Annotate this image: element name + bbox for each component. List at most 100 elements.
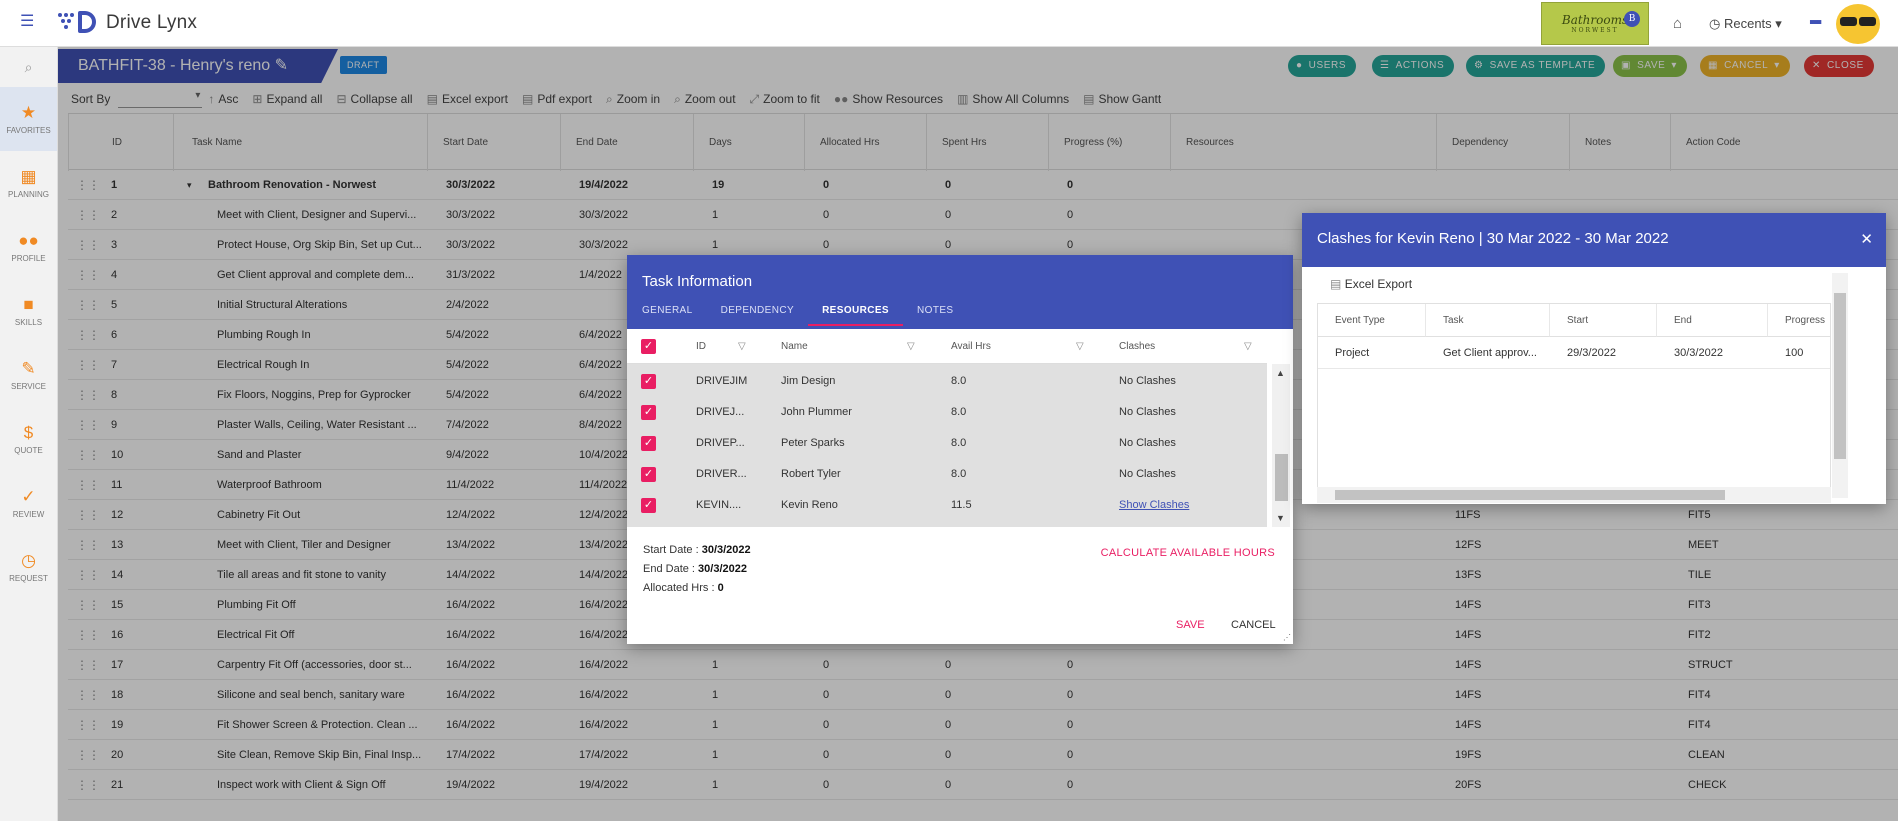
clashes-vertical-scrollbar[interactable] xyxy=(1832,273,1848,498)
top-bar: ☰ Drive Lynx Bathrooms NORWEST B ⌂ ◷ Rec… xyxy=(0,0,1898,47)
clash-event-type: Project xyxy=(1335,347,1370,359)
calendar-icon: ▦ xyxy=(20,166,37,186)
filter-icon[interactable]: ▽ xyxy=(738,329,746,364)
resource-checkbox[interactable]: ✓ xyxy=(641,498,656,513)
resource-hrs: 8.0 xyxy=(951,468,967,480)
clash-end: 30/3/2022 xyxy=(1674,347,1723,359)
resource-hrs: 8.0 xyxy=(951,437,967,449)
resources-header: ✓ ID ▽ Name ▽ Avail Hrs ▽ Clashes ▽ xyxy=(627,329,1267,364)
table-row[interactable]: Project Get Client approv... 29/3/2022 3… xyxy=(1318,337,1830,369)
resource-clashes: No Clashes xyxy=(1119,406,1176,418)
sidebar-label: QUOTE xyxy=(14,445,43,455)
sidebar-item-planning[interactable]: ▦ PLANNING xyxy=(0,151,57,215)
select-all-checkbox[interactable]: ✓ xyxy=(641,339,656,354)
resource-checkbox[interactable]: ✓ xyxy=(641,436,656,451)
list-item[interactable]: ✓ DRIVEJ... John Plummer 8.0 No Clashes xyxy=(627,397,1267,428)
clash-task: Get Client approv... xyxy=(1443,347,1537,359)
caret-down-icon: ▾ xyxy=(1775,16,1782,31)
clash-start: 29/3/2022 xyxy=(1567,347,1616,359)
app-logo[interactable]: Drive Lynx xyxy=(58,6,197,40)
scroll-up-icon[interactable]: ▲ xyxy=(1276,368,1285,378)
app-name: Drive Lynx xyxy=(106,12,198,33)
allocated-hrs-label: Allocated Hrs : xyxy=(643,582,715,594)
sidebar-label: REQUEST xyxy=(9,573,48,583)
clashes-dialog: Clashes for Kevin Reno | 30 Mar 2022 - 3… xyxy=(1302,213,1886,504)
clash-excel-export-button[interactable]: ▤ Excel Export xyxy=(1330,277,1412,291)
resource-checkbox[interactable]: ✓ xyxy=(641,374,656,389)
filter-icon[interactable]: ▽ xyxy=(907,329,915,364)
scroll-thumb[interactable] xyxy=(1335,490,1725,500)
dialog-tabs: GENERAL DEPENDENCY RESOURCES NOTES xyxy=(642,305,981,326)
sidebar-item-profile[interactable]: ●● PROFILE xyxy=(0,215,57,279)
clash-col-event-type[interactable]: Event Type xyxy=(1318,304,1426,337)
sidebar-label: SKILLS xyxy=(14,317,43,327)
avatar[interactable] xyxy=(1836,4,1880,44)
list-item[interactable]: ✓ DRIVEP... Peter Sparks 8.0 No Clashes xyxy=(627,428,1267,459)
task-summary: Start Date : 30/3/2022 End Date : 30/3/2… xyxy=(643,541,751,598)
sidebar-label: REVIEW xyxy=(12,509,45,519)
resources-scrollbar[interactable]: ▲ ▼ xyxy=(1272,364,1290,527)
tab-general[interactable]: GENERAL xyxy=(642,305,693,326)
clash-export-label: Excel Export xyxy=(1344,277,1413,291)
clash-col-progress[interactable]: Progress xyxy=(1768,304,1830,337)
resource-checkbox[interactable]: ✓ xyxy=(641,467,656,482)
list-item[interactable]: ✓ DRIVER... Robert Tyler 8.0 No Clashes xyxy=(627,459,1267,490)
people-icon: ●● xyxy=(18,230,39,250)
resource-id: DRIVEJIM xyxy=(696,375,748,387)
clash-col-end[interactable]: End xyxy=(1657,304,1768,337)
company-logo[interactable]: Bathrooms NORWEST B xyxy=(1541,2,1649,45)
clash-col-start[interactable]: Start xyxy=(1550,304,1657,337)
resource-hrs: 8.0 xyxy=(951,375,967,387)
resource-id: KEVIN.... xyxy=(696,499,742,511)
recents-label: Recents xyxy=(1723,16,1772,31)
sidebar-item-review[interactable]: ✓ REVIEW xyxy=(0,471,57,535)
clashes-horizontal-scrollbar[interactable] xyxy=(1317,487,1831,503)
tab-notes[interactable]: NOTES xyxy=(917,305,953,326)
scroll-thumb[interactable] xyxy=(1275,454,1288,501)
dialog-save-button[interactable]: SAVE xyxy=(1176,619,1205,631)
list-item[interactable]: ✓ KEVIN.... Kevin Reno 11.5 Show Clashes xyxy=(627,490,1267,521)
res-col-name: Name xyxy=(781,341,808,352)
resource-name: Robert Tyler xyxy=(781,468,841,480)
tab-dependency[interactable]: DEPENDENCY xyxy=(721,305,794,326)
close-icon[interactable]: ✕ xyxy=(1860,230,1873,248)
resource-name: Jim Design xyxy=(781,375,836,387)
apps-grid-icon[interactable]: ▪▪▪ xyxy=(1809,14,1822,32)
sidebar-item-service[interactable]: ✎ SERVICE xyxy=(0,343,57,407)
sidebar-item-skills[interactable]: ■ SKILLS xyxy=(0,279,57,343)
clashes-table: Event Type Task Start End Progress Proje… xyxy=(1317,303,1831,503)
resources-list: ✓ DRIVEJIM Jim Design 8.0 No Clashes ✓ DRIVEJ.… xyxy=(627,364,1267,527)
dialog-cancel-button[interactable]: CANCEL xyxy=(1231,619,1276,631)
sidebar-item-request[interactable]: ◷ REQUEST xyxy=(0,535,57,599)
wrench-icon: ✎ xyxy=(21,358,36,378)
sidebar: ⌕ ★ FAVORITES ▦ PLANNING ●● PROFILE ■ SKILLS… xyxy=(0,47,58,821)
calculate-available-hours-button[interactable]: CALCULATE AVAILABLE HOURS xyxy=(1101,547,1275,559)
list-item[interactable]: ✓ DRIVEJIM Jim Design 8.0 No Clashes xyxy=(627,366,1267,397)
tab-resources[interactable]: RESOURCES xyxy=(808,305,904,326)
scroll-down-icon[interactable]: ▼ xyxy=(1276,513,1285,523)
show-clashes-link[interactable]: Show Clashes xyxy=(1119,490,1189,521)
clash-progress: 100 xyxy=(1785,347,1804,359)
resource-checkbox[interactable]: ✓ xyxy=(641,405,656,420)
clash-col-task[interactable]: Task xyxy=(1426,304,1550,337)
sidebar-item-favorites[interactable]: ★ FAVORITES xyxy=(0,87,57,151)
clashes-title: Clashes for Kevin Reno | 30 Mar 2022 - 3… xyxy=(1317,230,1669,247)
end-date-label: End Date : xyxy=(643,563,695,575)
sidebar-label: PROFILE xyxy=(11,253,46,263)
allocated-hrs-value: 0 xyxy=(717,582,724,594)
star-icon: ★ xyxy=(20,102,37,122)
resize-handle-icon[interactable]: ⋰ xyxy=(1283,633,1291,642)
res-col-avail-hrs: Avail Hrs xyxy=(951,341,991,352)
recents-menu[interactable]: ◷ Recents ▾ xyxy=(1709,16,1782,32)
brand-line1: Bathrooms xyxy=(1561,13,1629,27)
home-icon[interactable]: ⌂ xyxy=(1673,15,1682,32)
resource-id: DRIVEP... xyxy=(696,437,745,449)
sidebar-item-quote[interactable]: $ QUOTE xyxy=(0,407,57,471)
search-icon[interactable]: ⌕ xyxy=(0,47,57,87)
filter-icon[interactable]: ▽ xyxy=(1244,329,1252,364)
scroll-thumb[interactable] xyxy=(1834,293,1846,459)
sidebar-label: SERVICE xyxy=(11,381,46,391)
filter-icon[interactable]: ▽ xyxy=(1076,329,1084,364)
menu-icon[interactable]: ☰ xyxy=(20,14,38,30)
brand-line2: NORWEST xyxy=(1571,27,1619,34)
